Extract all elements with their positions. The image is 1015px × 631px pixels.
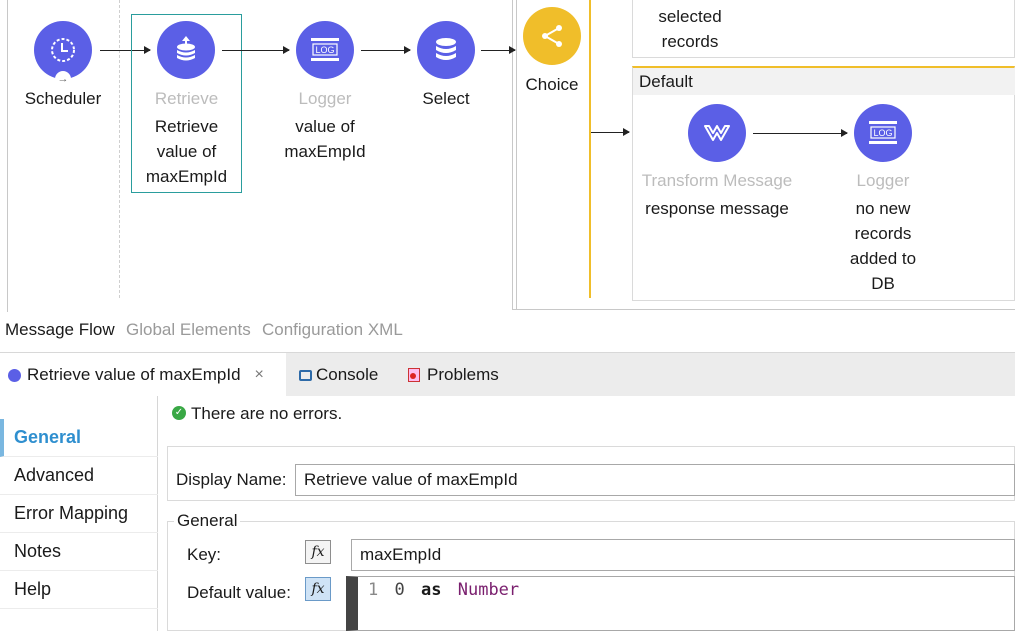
route-top-text-1: selected (658, 7, 722, 26)
logger2-label-4: DB (871, 274, 895, 293)
problems-icon (408, 368, 420, 382)
retrieve-label-3: maxEmpId (145, 167, 228, 186)
transform-type: Transform Message (641, 171, 793, 190)
canvas-left-border (7, 0, 8, 312)
display-name-label: Display Name: (176, 470, 287, 489)
choice-icon (542, 25, 562, 47)
status-message: There are no errors. (191, 404, 343, 423)
key-input[interactable]: maxEmpId (351, 539, 1015, 571)
status-ok-icon: ✓ (172, 406, 186, 420)
source-marker-icon: → (55, 71, 71, 87)
retrieve-type: Retrieve (154, 89, 219, 108)
code-number: 0 (394, 580, 405, 600)
clock-icon (51, 38, 75, 62)
retrieve-label-1: Retrieve (154, 117, 219, 136)
sidebar-item-notes[interactable]: Notes (0, 533, 158, 571)
display-name-input[interactable]: Retrieve value of maxEmpId (295, 464, 1015, 496)
sidebar-item-help[interactable]: Help (0, 571, 158, 609)
choice-name: Choice (525, 75, 579, 94)
tab-console-label: Console (316, 365, 379, 384)
transform-label: response message (645, 199, 789, 218)
choice-node[interactable] (523, 7, 581, 65)
retrieve-label-2: value of (156, 142, 217, 161)
route-top-text-2: records (661, 32, 719, 51)
select-node[interactable] (417, 21, 475, 79)
key-label: Key: (187, 545, 222, 564)
log-text: LOG (315, 45, 334, 55)
code-line-number: 1 (368, 580, 379, 600)
logger2-label-2: records (854, 224, 912, 243)
tab-problems[interactable]: Problems (408, 353, 499, 397)
route-default-label: Default (639, 72, 693, 91)
flow-canvas[interactable]: → Scheduler Retrieve Retrieve value of m… (0, 0, 1015, 312)
arrow-transform-logger (753, 129, 848, 137)
default-value-editor[interactable]: 1 0 as Number (346, 576, 1015, 631)
tab-problems-label: Problems (427, 365, 499, 384)
tab-configuration-xml[interactable]: Configuration XML (262, 320, 403, 340)
arrow-select-choice (481, 46, 516, 54)
log-icon: LOG (869, 121, 897, 144)
logger1-label-2: maxEmpId (284, 142, 366, 161)
logger1-node[interactable]: LOG (296, 21, 354, 79)
transform-node[interactable] (688, 104, 746, 162)
database-icon (436, 38, 456, 60)
logger1-type: Logger (298, 89, 352, 108)
close-icon[interactable]: × (255, 366, 264, 384)
sidebar-item-general[interactable]: General (0, 419, 158, 457)
logger2-node[interactable]: LOG (854, 104, 912, 162)
source-separator (119, 0, 120, 298)
choice-left-border (516, 0, 517, 310)
tab-console[interactable]: Console (299, 353, 378, 397)
arrow-retrieve-logger (222, 46, 290, 54)
scheduler-name: Scheduler (24, 89, 102, 108)
database-upload-icon (177, 36, 195, 61)
arrow-choice-default (591, 128, 630, 136)
code-keyword: as (421, 580, 442, 600)
tab-message-flow[interactable]: Message Flow (5, 320, 115, 340)
default-value-label: Default value: (187, 583, 291, 602)
logger2-type: Logger (856, 171, 910, 190)
logger2-label-1: no new (855, 199, 911, 218)
tab-retrieve-label: Retrieve value of maxEmpId (27, 365, 241, 384)
tab-global-elements[interactable]: Global Elements (126, 320, 251, 340)
key-fx-toggle[interactable]: fx (305, 540, 331, 564)
logger1-label-1: value of (295, 117, 355, 136)
choice-route-line (589, 0, 591, 298)
log-icon: LOG (311, 38, 339, 61)
sidebar-item-error-mapping[interactable]: Error Mapping (0, 495, 158, 533)
mule-component-icon (8, 368, 21, 382)
log-text: LOG (873, 128, 892, 138)
console-icon (299, 369, 312, 381)
retrieve-node[interactable] (157, 21, 215, 79)
transform-icon (704, 125, 730, 141)
select-name: Select (422, 89, 470, 108)
arrow-logger-select (361, 46, 411, 54)
tab-retrieve-properties[interactable]: Retrieve value of maxEmpId × (0, 353, 286, 397)
logger2-label-3: added to (849, 249, 917, 268)
default-fx-toggle[interactable]: fx (305, 577, 331, 601)
sidebar-item-advanced[interactable]: Advanced (0, 457, 158, 495)
code-type: Number (457, 580, 520, 600)
properties-sidebar: General Advanced Error Mapping Notes Hel… (0, 396, 158, 631)
flow-bottom-border (512, 309, 1015, 310)
properties-tabbar: Retrieve value of maxEmpId × Console Pro… (0, 352, 1015, 397)
editor-tabs: Message Flow Global Elements Configurati… (0, 314, 1015, 348)
general-group-title: General (174, 511, 241, 531)
